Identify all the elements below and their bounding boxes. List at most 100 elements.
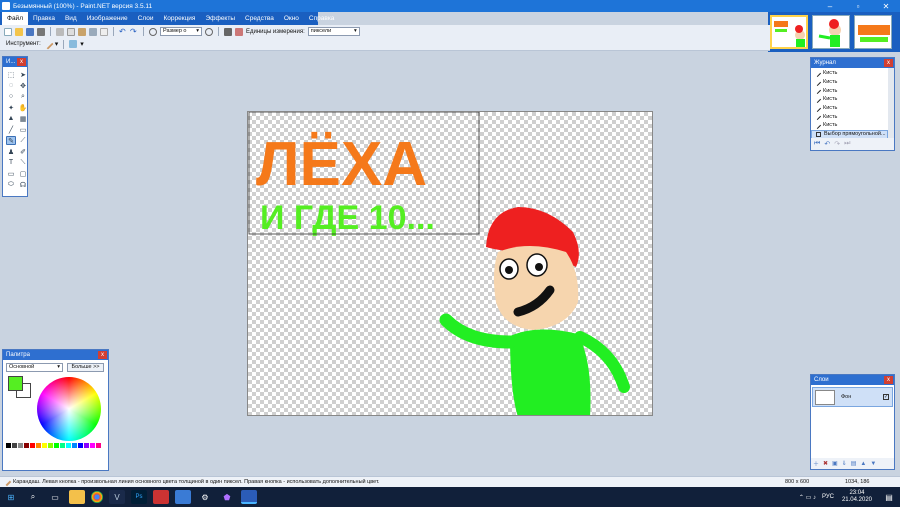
palette-swatch[interactable] <box>6 443 11 448</box>
color-wheel[interactable] <box>37 377 101 441</box>
clone-stamp-tool-icon[interactable]: ♟ <box>6 147 16 156</box>
rewind-icon[interactable]: ⏮ <box>814 140 820 148</box>
grid-icon[interactable] <box>224 27 232 36</box>
palette-swatch[interactable] <box>60 443 65 448</box>
chevron-down-icon[interactable]: ▾ <box>80 40 84 48</box>
zoom-tool-icon[interactable]: ⌕ <box>18 92 28 101</box>
palette-swatch[interactable] <box>78 443 83 448</box>
menu-image[interactable]: Изображение <box>82 12 133 25</box>
properties-icon[interactable]: ▤ <box>851 460 857 467</box>
move-selected-tool-icon[interactable]: ✥ <box>18 81 28 90</box>
vegas-icon[interactable]: V <box>109 490 125 504</box>
crop-icon[interactable] <box>89 27 97 36</box>
new-file-icon[interactable] <box>4 27 12 36</box>
history-item[interactable]: Кисть <box>811 121 888 130</box>
history-item-selected[interactable]: Выбор прямоугольной... <box>811 129 888 138</box>
merge-layer-icon[interactable]: ⇓ <box>842 460 847 467</box>
pencil-icon[interactable] <box>42 38 54 50</box>
close-icon[interactable]: x <box>884 59 893 67</box>
pan-tool-icon[interactable]: ✋ <box>18 103 28 112</box>
open-folder-icon[interactable] <box>15 27 23 36</box>
zoom-out-icon[interactable] <box>149 27 157 36</box>
history-item[interactable]: Кисть <box>811 95 888 104</box>
palette-swatch[interactable] <box>24 443 29 448</box>
app-icon[interactable] <box>175 490 191 504</box>
deselect-icon[interactable] <box>100 27 108 36</box>
close-icon[interactable]: x <box>17 58 26 66</box>
history-item[interactable]: Кисть <box>811 78 888 87</box>
primary-color-swatch[interactable] <box>8 376 23 391</box>
move-down-icon[interactable]: ▼ <box>870 461 876 467</box>
lasso-tool-icon[interactable]: ◌ <box>6 81 16 90</box>
search-icon[interactable]: ⌕ <box>25 490 41 504</box>
palette-swatch[interactable] <box>48 443 53 448</box>
menu-adjustments[interactable]: Коррекция <box>158 12 200 25</box>
notifications-icon[interactable]: ▤ <box>881 490 897 504</box>
palette-swatch[interactable] <box>12 443 17 448</box>
close-button[interactable]: ✕ <box>872 2 900 11</box>
move-up-icon[interactable]: ▲ <box>860 461 866 467</box>
thumbnail-third[interactable] <box>854 15 892 49</box>
language-indicator[interactable]: РУС <box>822 494 834 500</box>
cut-icon[interactable] <box>56 27 64 36</box>
menu-layers[interactable]: Слои <box>133 12 159 25</box>
history-item[interactable]: Кисть <box>811 86 888 95</box>
magic-wand-tool-icon[interactable]: ✦ <box>6 103 16 112</box>
palette-swatch[interactable] <box>72 443 77 448</box>
menu-view[interactable]: Вид <box>60 12 82 25</box>
undo-icon[interactable]: ↶ <box>824 140 830 148</box>
fast-forward-icon[interactable]: ⏭ <box>844 140 850 148</box>
ellipse-select-tool-icon[interactable]: ○ <box>6 92 16 101</box>
rectangle-tool-icon[interactable]: ▭ <box>6 169 16 178</box>
save-icon[interactable] <box>26 27 34 36</box>
tray-icons[interactable]: ⌃ ▭ ♪ <box>799 494 816 501</box>
thumbnail-second[interactable] <box>812 15 850 49</box>
palette-swatch[interactable] <box>30 443 35 448</box>
add-layer-icon[interactable]: ＋ <box>813 459 819 468</box>
redo-icon[interactable]: ↷ <box>130 27 138 36</box>
chevron-down-icon[interactable]: ▾ <box>55 40 59 48</box>
layer-item[interactable]: Фон ✓ <box>812 387 893 407</box>
text-tool-icon[interactable]: T <box>6 158 16 167</box>
ruler-icon[interactable] <box>235 27 243 36</box>
palette-swatch[interactable] <box>90 443 95 448</box>
app-icon[interactable]: ⬟ <box>219 490 235 504</box>
close-icon[interactable]: x <box>98 351 107 359</box>
eraser-tool-icon[interactable]: ▭ <box>18 125 28 134</box>
palette-swatch[interactable] <box>84 443 89 448</box>
settings-gear-icon[interactable]: ⚙ <box>197 490 213 504</box>
palette-mode-combo[interactable]: Основной ▾ <box>6 363 63 372</box>
menu-utilities[interactable]: Средства <box>240 12 279 25</box>
app-icon[interactable] <box>153 490 169 504</box>
windows-start-icon[interactable]: ⊞ <box>3 490 19 504</box>
undo-icon[interactable]: ↶ <box>119 27 127 36</box>
palette-swatch[interactable] <box>42 443 47 448</box>
menu-file[interactable]: Файл <box>2 12 28 25</box>
line-tool-icon[interactable]: ⟍ <box>18 158 28 167</box>
recolor-tool-icon[interactable]: ✐ <box>18 147 28 156</box>
print-icon[interactable] <box>37 27 45 36</box>
palette-swatch[interactable] <box>18 443 23 448</box>
menu-window[interactable]: Окно <box>279 12 304 25</box>
blend-mode-icon[interactable] <box>69 40 78 48</box>
move-selection-tool-icon[interactable]: ➤ <box>18 70 28 79</box>
pencil-tool-icon[interactable]: ✎ <box>6 136 16 145</box>
gradient-tool-icon[interactable]: ▦ <box>18 114 28 123</box>
freeform-shape-tool-icon[interactable]: ☊ <box>18 180 28 189</box>
palette-swatch[interactable] <box>36 443 41 448</box>
delete-layer-icon[interactable]: ✖ <box>823 460 828 467</box>
redo-icon[interactable]: ↷ <box>834 140 840 148</box>
history-item[interactable]: Кисть <box>811 112 888 121</box>
thumbnail-current[interactable] <box>770 15 808 49</box>
color-picker-tool-icon[interactable]: ⟋ <box>18 136 28 145</box>
palette-swatch[interactable] <box>66 443 71 448</box>
minimize-button[interactable]: – <box>816 2 844 11</box>
menu-effects[interactable]: Эффекты <box>200 12 240 25</box>
paintbrush-tool-icon[interactable]: ╱ <box>6 125 16 134</box>
layer-visibility-checkbox[interactable]: ✓ <box>883 394 889 400</box>
image-canvas[interactable]: ЛЁХА И ГДЕ 10... <box>247 111 653 416</box>
chrome-icon[interactable] <box>91 491 103 503</box>
palette-swatch[interactable] <box>54 443 59 448</box>
rounded-rectangle-tool-icon[interactable]: ▢ <box>18 169 28 178</box>
copy-icon[interactable] <box>67 27 75 36</box>
